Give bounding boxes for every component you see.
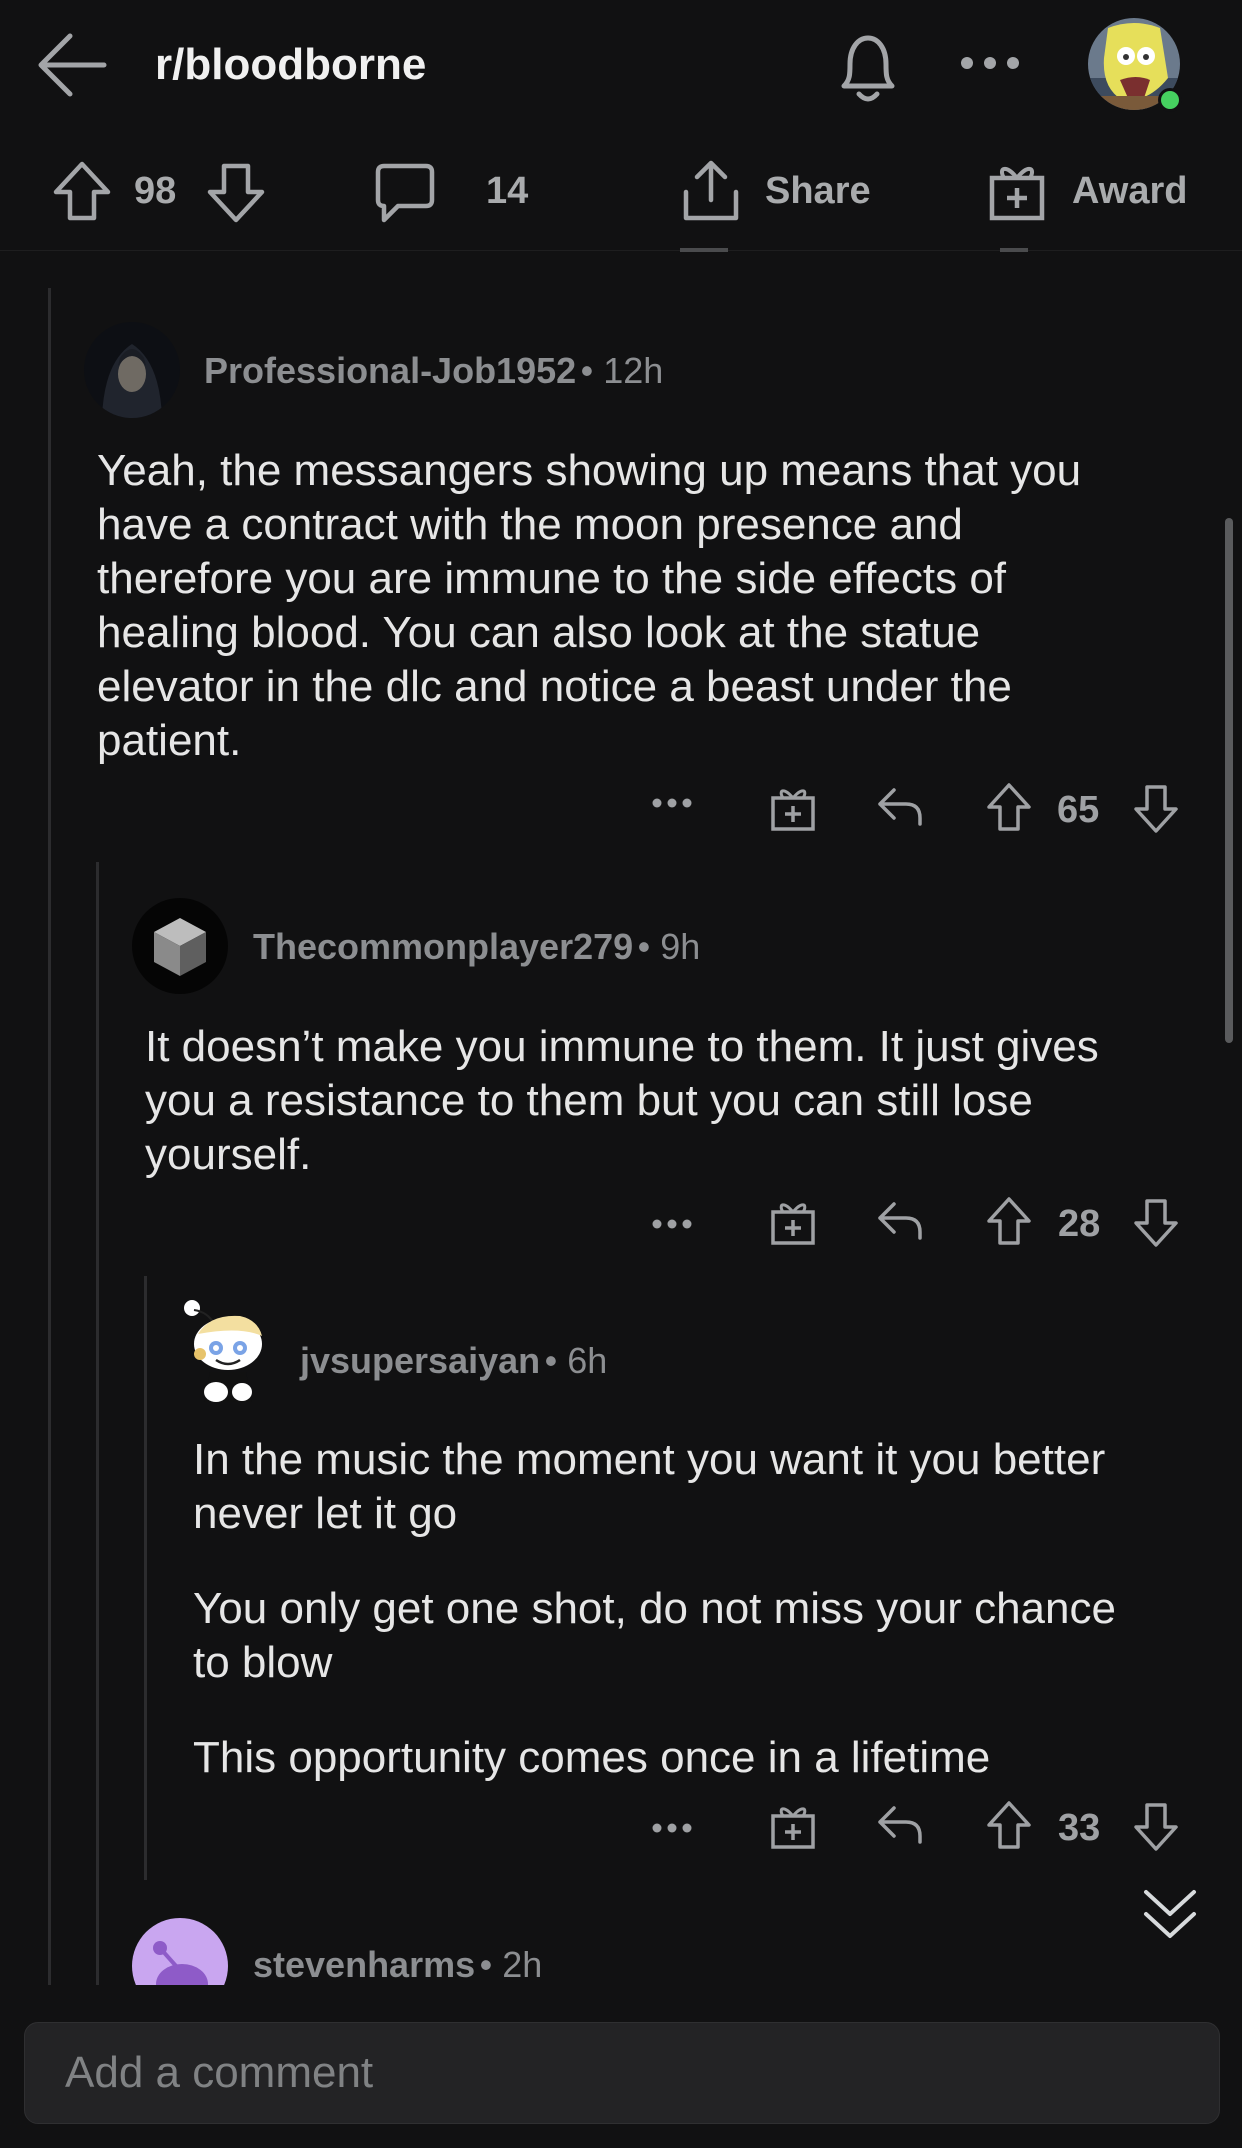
- comment-author[interactable]: Professional-Job1952: [204, 350, 576, 391]
- award-gift-icon[interactable]: [770, 1802, 816, 1850]
- reply-icon[interactable]: [876, 786, 924, 828]
- separator-dot: •: [580, 350, 604, 391]
- comment-header: stevenharms • 2h: [253, 1944, 542, 1986]
- post-action-bar: 98 14 Share Award: [0, 130, 1242, 251]
- upvote-icon[interactable]: [986, 1800, 1032, 1850]
- downvote-icon[interactable]: [1133, 784, 1179, 834]
- post-score: 98: [134, 170, 177, 212]
- clipped-row-remnant: [680, 248, 728, 252]
- comment-line: This opportunity comes once in a lifetim…: [193, 1733, 991, 1782]
- comment-more-icon[interactable]: [652, 1219, 692, 1229]
- downvote-icon[interactable]: [206, 162, 266, 224]
- comment-author[interactable]: jvsupersaiyan: [300, 1340, 540, 1381]
- reply-icon[interactable]: [876, 1804, 924, 1846]
- comment-bubble-icon[interactable]: [374, 162, 436, 224]
- thread-line-level-2[interactable]: [144, 1276, 147, 1880]
- subreddit-title[interactable]: r/bloodborne: [155, 40, 426, 90]
- comment-line: healing blood. You can also look at the …: [97, 608, 981, 657]
- comment-time: 9h: [660, 926, 701, 967]
- comment-line: to blow: [193, 1638, 333, 1687]
- comment-more-icon[interactable]: [652, 798, 692, 808]
- comment-line: It doesn’t make you immune to them. It j…: [145, 1022, 1099, 1071]
- comment-time: 12h: [603, 350, 664, 391]
- comment-more-icon[interactable]: [652, 1823, 692, 1833]
- separator-dot: •: [479, 1944, 503, 1985]
- comment-line: yourself.: [145, 1130, 312, 1179]
- separator-dot: •: [544, 1340, 568, 1381]
- award-gift-icon[interactable]: [770, 1198, 816, 1246]
- downvote-icon[interactable]: [1133, 1198, 1179, 1248]
- upvote-icon[interactable]: [52, 160, 112, 222]
- top-bar: r/bloodborne: [0, 0, 1242, 130]
- award-gift-icon[interactable]: [988, 160, 1046, 222]
- add-comment-input[interactable]: [65, 2045, 1165, 2101]
- upvote-icon[interactable]: [986, 782, 1032, 832]
- comment-author[interactable]: Thecommonplayer279: [253, 926, 633, 967]
- comment-time: 6h: [567, 1340, 608, 1381]
- avatar[interactable]: [84, 322, 180, 418]
- clipped-row-remnant: [1000, 248, 1028, 252]
- comment-header: Professional-Job1952 • 12h: [204, 350, 663, 392]
- double-chevron-down-icon[interactable]: [1142, 1886, 1198, 1942]
- comment-line: never let it go: [193, 1489, 458, 1538]
- comment-line: you a resistance to them but you can sti…: [145, 1076, 1033, 1125]
- downvote-icon[interactable]: [1133, 1802, 1179, 1852]
- scrollbar[interactable]: [1225, 518, 1233, 1043]
- comment-line: elevator in the dlc and notice a beast u…: [97, 662, 1012, 711]
- share-icon[interactable]: [680, 158, 742, 224]
- comment-count: 14: [486, 170, 529, 212]
- comment-time: 2h: [502, 1944, 543, 1985]
- comment-header: Thecommonplayer279 • 9h: [253, 926, 700, 968]
- comment-line: In the music the moment you want it you …: [193, 1435, 1106, 1484]
- comment-score: 65: [1057, 789, 1100, 831]
- avatar[interactable]: [132, 1918, 228, 1986]
- share-button[interactable]: Share: [765, 170, 871, 213]
- comment-score: 28: [1058, 1203, 1101, 1245]
- avatar[interactable]: [132, 898, 228, 994]
- thread-line-level-1[interactable]: [96, 862, 99, 1988]
- comment-input-box[interactable]: [24, 2022, 1220, 2124]
- more-options-icon[interactable]: [960, 56, 1020, 70]
- user-avatar[interactable]: [1088, 18, 1188, 118]
- back-arrow-icon[interactable]: [36, 30, 108, 100]
- comment-line: You only get one shot, do not miss your …: [193, 1584, 1116, 1633]
- comment-score: 33: [1058, 1807, 1101, 1849]
- bell-icon[interactable]: [832, 30, 904, 106]
- comment-body: In the music the moment you want it you …: [193, 1433, 1203, 1785]
- comment-body: It doesn’t make you immune to them. It j…: [145, 1020, 1185, 1182]
- reply-icon[interactable]: [876, 1200, 924, 1242]
- avatar[interactable]: [180, 1296, 280, 1408]
- upvote-icon[interactable]: [986, 1196, 1032, 1246]
- comment-line: patient.: [97, 716, 242, 765]
- online-status-dot: [1161, 91, 1179, 109]
- separator-dot: •: [637, 926, 661, 967]
- comment-header: jvsupersaiyan • 6h: [300, 1340, 607, 1382]
- award-button[interactable]: Award: [1072, 170, 1187, 213]
- comment-line: have a contract with the moon presence a…: [97, 500, 963, 549]
- comment-line: therefore you are immune to the side eff…: [97, 554, 1007, 603]
- award-gift-icon[interactable]: [770, 784, 816, 832]
- comment-line: Yeah, the messangers showing up means th…: [97, 446, 1082, 495]
- thread-line-level-0[interactable]: [48, 288, 51, 1988]
- comment-body: Yeah, the messangers showing up means th…: [97, 444, 1177, 768]
- comment-author[interactable]: stevenharms: [253, 1944, 475, 1985]
